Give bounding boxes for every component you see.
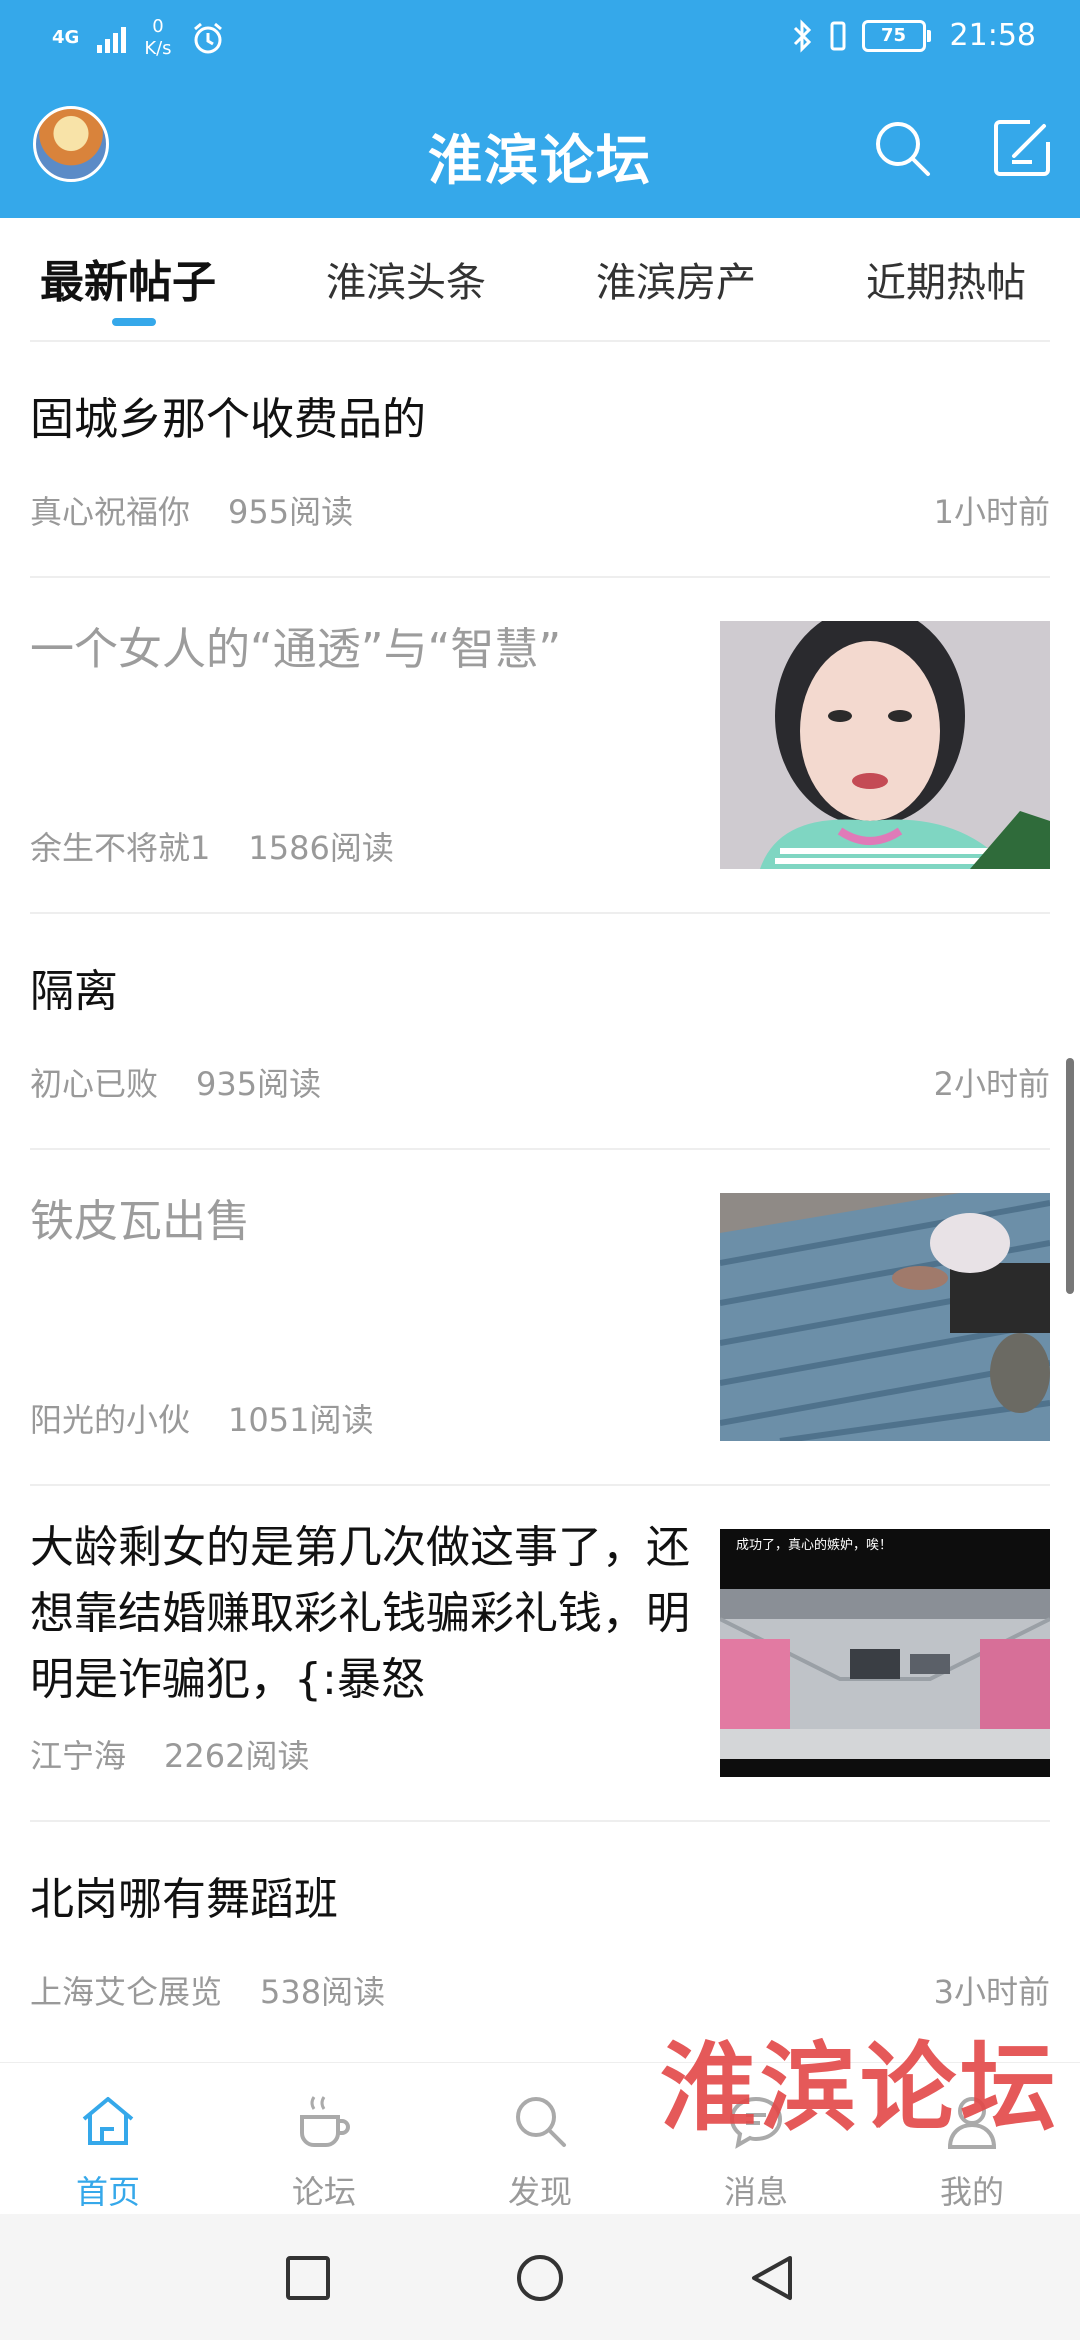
post-meta: 余生不将就1 1586阅读 xyxy=(30,823,394,869)
parking-garage-image xyxy=(720,1529,1050,1777)
post-reads: 955阅读 xyxy=(228,493,354,531)
post-title[interactable]: 一个女人的“通透”与“智慧” xyxy=(30,617,690,683)
tab-hot-posts[interactable]: 近期热帖 xyxy=(866,250,1026,308)
nav-label: 消息 xyxy=(723,2173,788,2211)
post-title[interactable]: 隔离 xyxy=(30,959,118,1025)
post-title[interactable]: 北岗哪有舞蹈班 xyxy=(30,1867,338,1933)
post-author: 余生不将就1 xyxy=(30,829,211,867)
system-nav-bar xyxy=(0,2214,1080,2340)
compose-icon[interactable] xyxy=(990,116,1054,180)
post-item[interactable]: 一个女人的“通透”与“智慧” 余生不将就1 1586阅读 xyxy=(0,577,1080,913)
nav-label: 我的 xyxy=(939,2173,1004,2211)
post-title[interactable]: 固城乡那个收费品的 xyxy=(30,387,426,453)
watermark: 淮滨论坛 xyxy=(660,2031,1060,2144)
vibrate-icon xyxy=(830,21,846,50)
post-item[interactable]: 大龄剩女的是第几次做这事了，还想靠结婚赚取彩礼钱骗彩礼钱，明明是诈骗犯，{:暴怒… xyxy=(0,1485,1080,1821)
post-item[interactable]: 铁皮瓦出售 阳光的小伙 1051阅读 xyxy=(0,1149,1080,1485)
tab-latest[interactable]: 最新帖子 xyxy=(40,246,216,310)
status-bar: 4G 0 K/s 75 21:58 xyxy=(0,0,1080,80)
bluetooth-icon xyxy=(793,18,811,53)
portrait-image xyxy=(720,621,1050,869)
network-speed: 0 K/s xyxy=(144,16,171,60)
post-time: 3小时前 xyxy=(933,1973,1050,2011)
nav-home[interactable]: 首页 xyxy=(0,2063,216,2215)
post-title[interactable]: 大龄剩女的是第几次做这事了，还想靠结婚赚取彩礼钱骗彩礼钱，明明是诈骗犯，{:暴怒 xyxy=(30,1515,700,1713)
post-author: 初心已败 xyxy=(30,1065,159,1103)
search-icon[interactable] xyxy=(870,116,934,180)
post-thumbnail[interactable]: 成功了，真心的嫉妒，唉！ xyxy=(720,1529,1050,1777)
metal-roof-image xyxy=(720,1193,1050,1441)
search-icon xyxy=(516,2097,566,2147)
post-reads: 2262阅读 xyxy=(164,1737,310,1775)
post-author: 真心祝福你 xyxy=(30,493,191,531)
post-reads: 935阅读 xyxy=(196,1065,322,1103)
post-time: 1小时前 xyxy=(933,493,1050,531)
status-left: 4G 0 K/s xyxy=(52,16,226,60)
tab-bar: 最新帖子 淮滨头条 淮滨房产 近期热帖 xyxy=(0,218,1080,340)
tab-indicator xyxy=(112,318,156,326)
signal-icon xyxy=(97,23,127,53)
thumbnail-caption: 成功了，真心的嫉妒，唉！ xyxy=(736,1538,893,1553)
app-header: 淮滨论坛 xyxy=(0,80,1080,218)
home-icon xyxy=(82,2097,134,2145)
post-meta: 上海艾仑展览 538阅读 xyxy=(30,1967,385,2013)
coffee-cup-icon xyxy=(300,2096,350,2147)
post-meta: 江宁海 2262阅读 xyxy=(30,1731,309,1777)
scrollbar[interactable] xyxy=(1066,1058,1074,1294)
home-button-icon[interactable] xyxy=(514,2252,566,2304)
tab-real-estate[interactable]: 淮滨房产 xyxy=(596,250,756,308)
alarm-icon xyxy=(193,22,222,54)
nav-label: 首页 xyxy=(75,2173,140,2211)
post-meta: 真心祝福你 955阅读 xyxy=(30,487,353,533)
status-right: 75 21:58 xyxy=(792,18,1036,53)
post-thumbnail[interactable] xyxy=(720,621,1050,869)
post-author: 江宁海 xyxy=(30,1737,127,1775)
network-speed-value: 0 xyxy=(152,16,164,37)
post-meta: 阳光的小伙 1051阅读 xyxy=(30,1395,373,1441)
post-reads: 1051阅读 xyxy=(228,1401,374,1439)
network-speed-unit: K/s xyxy=(144,38,172,59)
post-meta: 初心已败 935阅读 xyxy=(30,1059,321,1105)
tab-headlines[interactable]: 淮滨头条 xyxy=(326,250,486,308)
post-title[interactable]: 铁皮瓦出售 xyxy=(30,1189,690,1255)
post-thumbnail[interactable] xyxy=(720,1193,1050,1441)
nav-discover[interactable]: 发现 xyxy=(432,2063,648,2215)
nav-forum[interactable]: 论坛 xyxy=(216,2063,432,2215)
nav-label: 论坛 xyxy=(291,2173,356,2211)
post-reads: 1586阅读 xyxy=(248,829,394,867)
post-reads: 538阅读 xyxy=(260,1973,386,2011)
post-time: 2小时前 xyxy=(933,1065,1050,1103)
network-type: 4G xyxy=(52,27,80,48)
post-author: 阳光的小伙 xyxy=(30,1401,191,1439)
nav-label: 发现 xyxy=(507,2173,572,2211)
back-icon[interactable] xyxy=(746,2252,798,2304)
post-item[interactable]: 固城乡那个收费品的 真心祝福你 955阅读 1小时前 xyxy=(0,341,1080,577)
post-author: 上海艾仑展览 xyxy=(30,1973,223,2011)
recent-apps-icon[interactable] xyxy=(282,2252,334,2304)
post-item[interactable]: 隔离 初心已败 935阅读 2小时前 xyxy=(0,913,1080,1149)
battery-indicator: 75 xyxy=(861,19,931,52)
clock: 21:58 xyxy=(949,18,1036,53)
